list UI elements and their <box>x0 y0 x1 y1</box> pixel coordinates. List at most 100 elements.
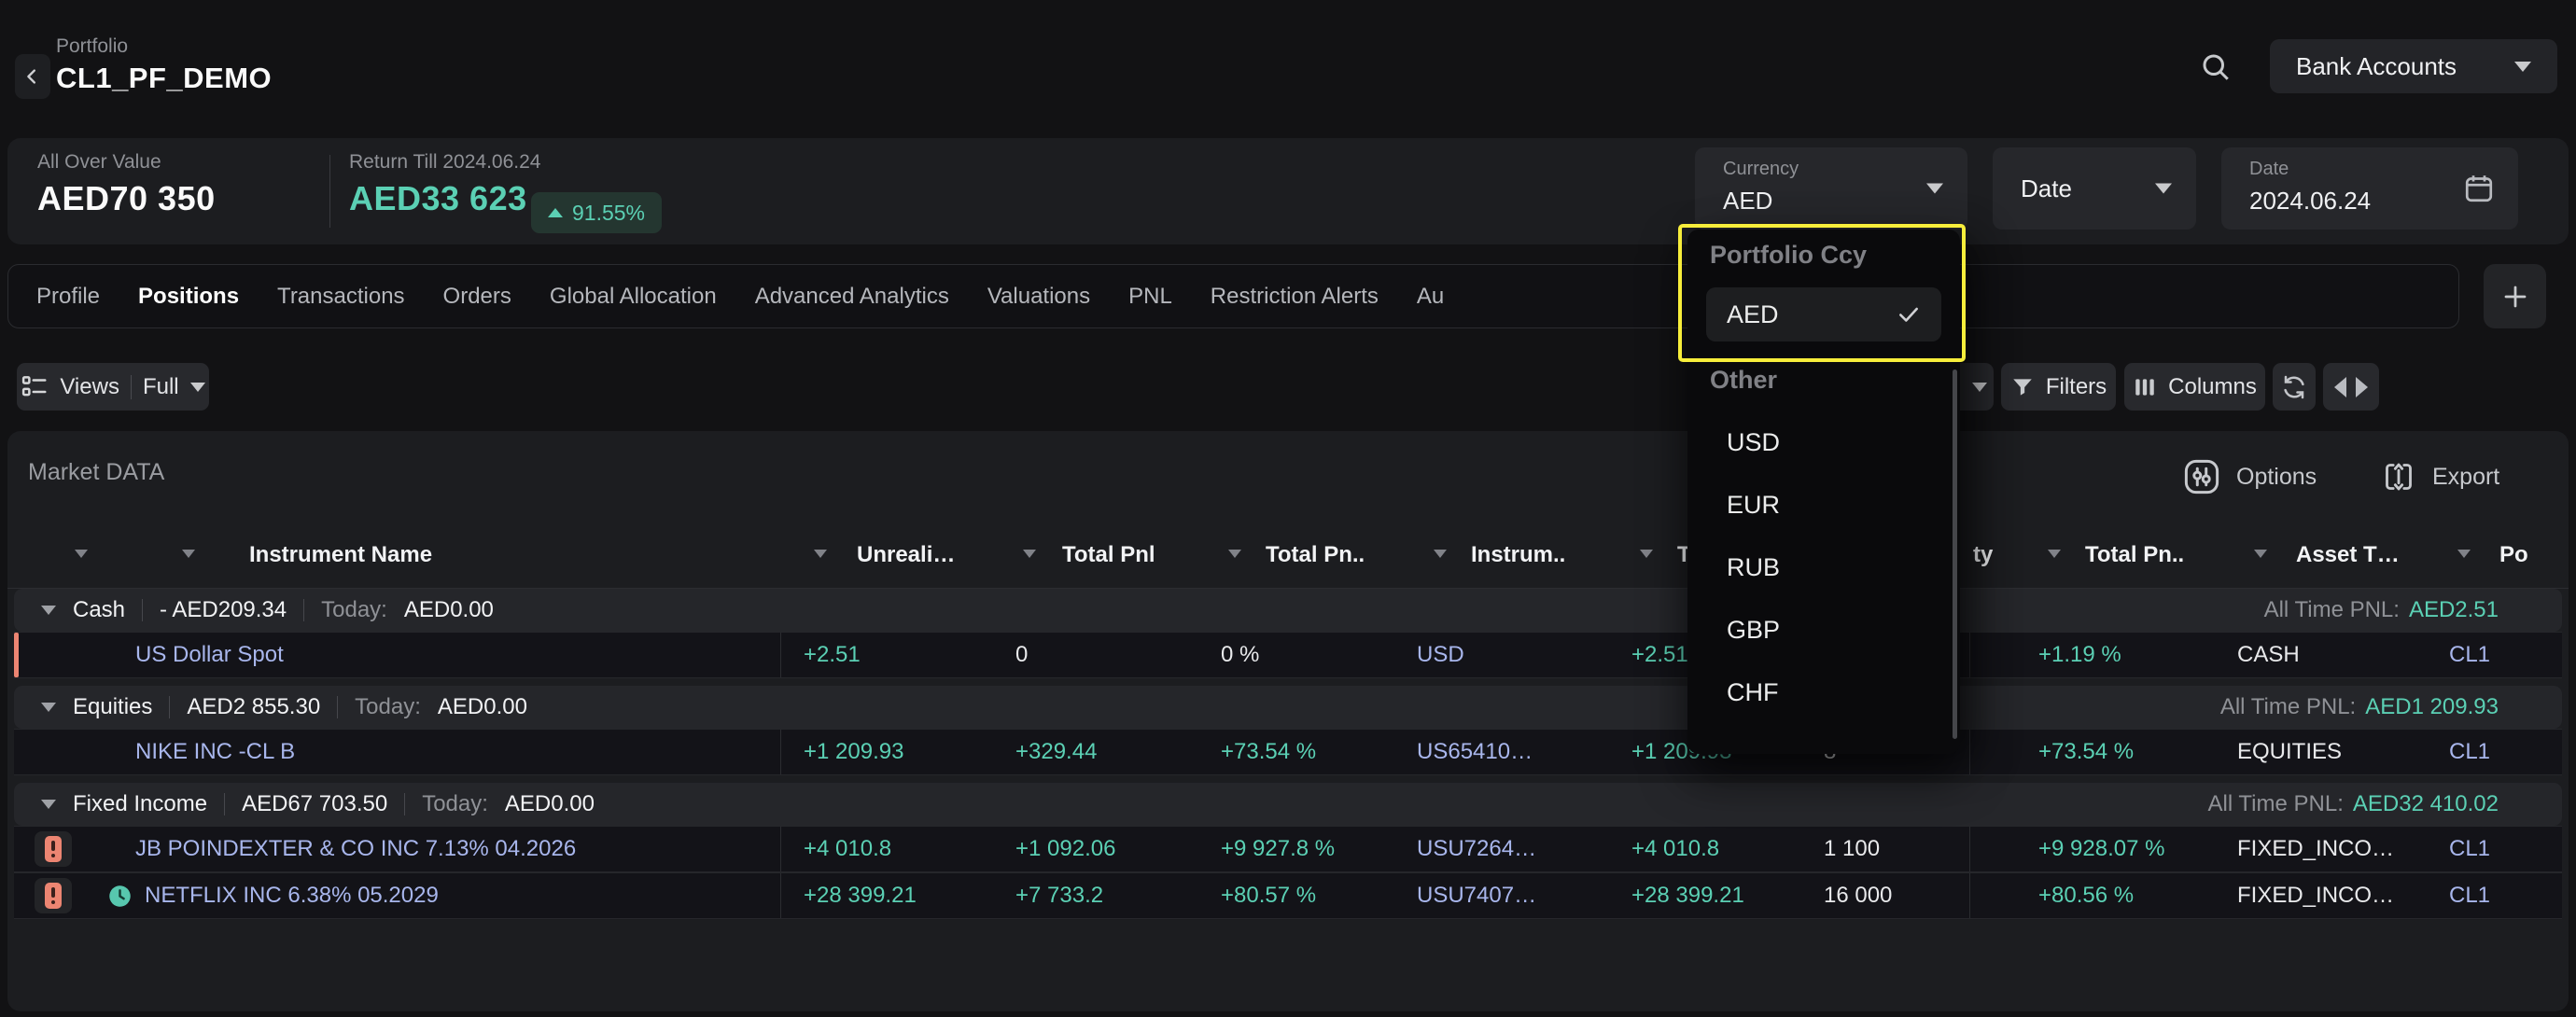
dropdown-option-aed[interactable]: AED <box>1706 287 1941 341</box>
chevron-down-icon[interactable] <box>2254 550 2267 558</box>
chevron-down-icon[interactable] <box>814 550 827 558</box>
chevron-down-icon[interactable] <box>1023 550 1036 558</box>
instrument-name[interactable]: NIKE INC -CL B <box>135 730 295 774</box>
filter-icon <box>2010 375 2035 399</box>
chevron-down-icon[interactable] <box>75 550 88 558</box>
chevron-down-icon[interactable] <box>1434 550 1447 558</box>
table-row[interactable]: JB POINDEXTER & CO INC 7.13% 04.2026 +4 … <box>14 826 2562 872</box>
date-mode-select[interactable]: Date <box>1993 147 2196 230</box>
filters-button[interactable]: Filters <box>2001 363 2116 411</box>
market-data-card: Market DATA Options Export Instrument Na… <box>7 431 2569 1011</box>
divider <box>1969 827 1970 871</box>
warning-icon[interactable] <box>35 878 72 913</box>
total-pnl-value: 0 <box>1015 633 1028 677</box>
dropdown-option-rub[interactable]: RUB <box>1706 541 1941 593</box>
alltime-pnl-label: All Time PNL: <box>2264 597 2400 623</box>
portfolio-ccy-group-label: Portfolio Ccy <box>1710 241 1867 270</box>
list-icon <box>21 373 49 401</box>
dropdown-option-gbp[interactable]: GBP <box>1706 604 1941 656</box>
group-value: AED67 703.50 <box>242 791 387 817</box>
total-pnl-pct-2-value: +9 928.07 % <box>2038 827 2164 871</box>
group-name: Equities <box>73 694 152 720</box>
table-row[interactable]: US Dollar Spot +2.51 0 0 % USD +2.51 +1.… <box>14 632 2562 678</box>
portfolio-code: CL1 <box>2449 633 2490 677</box>
chevron-down-icon[interactable] <box>2048 550 2061 558</box>
col-total-pnl-pct[interactable]: Total Pn.. <box>1266 522 1365 588</box>
unrealized-value: +2.51 <box>804 633 861 677</box>
dropdown-option-chf[interactable]: CHF <box>1706 666 1941 718</box>
total-pnl-2-value: +4 010.8 <box>1631 827 1719 871</box>
options-button[interactable]: Options <box>2182 431 2317 522</box>
pager-buttons[interactable] <box>2323 363 2379 411</box>
tab-audit[interactable]: Au <box>1417 284 1444 310</box>
col-instrument[interactable]: Instrum.. <box>1471 522 1565 588</box>
collapse-icon[interactable] <box>41 703 56 712</box>
instrument-code[interactable]: USU7264… <box>1417 827 1536 871</box>
instrument-code[interactable]: USU7407… <box>1417 873 1536 918</box>
portfolio-app: Portfolio CL1_PF_DEMO Bank Accounts All … <box>0 0 2576 1017</box>
table-row[interactable]: NETFLIX INC 6.38% 05.2029 +28 399.21 +7 … <box>14 872 2562 919</box>
views-button[interactable]: Views Full <box>17 363 209 411</box>
tab-transactions[interactable]: Transactions <box>277 284 405 310</box>
options-label: Options <box>2236 464 2317 491</box>
chevron-down-icon[interactable] <box>182 550 195 558</box>
tab-positions[interactable]: Positions <box>138 284 239 310</box>
tab-orders[interactable]: Orders <box>443 284 511 310</box>
currency-select[interactable]: Currency AED <box>1695 147 1967 230</box>
collapse-icon[interactable] <box>41 800 56 809</box>
dropdown-option-eur[interactable]: EUR <box>1706 479 1941 531</box>
chevron-down-icon <box>1972 383 1987 392</box>
tab-profile[interactable]: Profile <box>36 284 100 310</box>
chevron-down-icon <box>2514 62 2531 72</box>
columns-button[interactable]: Columns <box>2124 363 2265 411</box>
tab-advanced-analytics[interactable]: Advanced Analytics <box>755 284 949 310</box>
col-quantity[interactable]: ty <box>1973 522 1993 588</box>
col-total-pnl[interactable]: Total Pnl <box>1062 522 1155 588</box>
group-value: - AED209.34 <box>160 597 287 623</box>
col-portfolio[interactable]: Po <box>2499 522 2528 588</box>
views-value: Full <box>143 374 179 400</box>
back-button[interactable] <box>15 54 50 99</box>
currency-value: AED <box>1723 187 1772 216</box>
group-row-equities[interactable]: Equities AED2 855.30 Today: AED0.00 All … <box>14 686 2562 729</box>
instrument-name[interactable]: JB POINDEXTER & CO INC 7.13% 04.2026 <box>135 827 576 871</box>
collapse-icon[interactable] <box>41 606 56 615</box>
currency-dropdown-menu: Portfolio Ccy AED Other USD EUR RUB GBP … <box>1687 230 1960 754</box>
calendar-icon <box>2462 172 2496 205</box>
table-row[interactable]: NIKE INC -CL B +1 209.93 +329.44 +73.54 … <box>14 729 2562 775</box>
col-instrument-name[interactable]: Instrument Name <box>249 522 432 588</box>
columns-icon <box>2133 375 2157 399</box>
divider <box>1969 730 1970 774</box>
chevron-down-icon[interactable] <box>1640 550 1653 558</box>
tab-restriction-alerts[interactable]: Restriction Alerts <box>1211 284 1379 310</box>
tab-global-allocation[interactable]: Global Allocation <box>550 284 717 310</box>
search-button[interactable] <box>2195 47 2236 88</box>
export-button[interactable]: Export <box>2380 431 2499 522</box>
all-over-value: AED70 350 <box>37 179 216 218</box>
instrument-code[interactable]: US65410… <box>1417 730 1533 774</box>
dropdown-option-usd[interactable]: USD <box>1706 416 1941 468</box>
scrollbar[interactable] <box>1953 369 1957 739</box>
group-row-cash[interactable]: Cash - AED209.34 Today: AED0.00 All Time… <box>14 589 2562 632</box>
instrument-name[interactable]: US Dollar Spot <box>135 633 284 677</box>
warning-icon[interactable] <box>35 831 72 867</box>
instrument-code[interactable]: USD <box>1417 633 1464 677</box>
unrealized-value: +4 010.8 <box>804 827 891 871</box>
group-row-fixed-income[interactable]: Fixed Income AED67 703.50 Today: AED0.00… <box>14 783 2562 826</box>
refresh-button[interactable] <box>2273 363 2316 411</box>
col-asset-type[interactable]: Asset T… <box>2296 522 2400 588</box>
add-tab-button[interactable] <box>2484 264 2546 328</box>
breadcrumb: Portfolio <box>56 35 128 58</box>
section-title: Market DATA <box>28 459 164 486</box>
col-unrealized[interactable]: Unreali… <box>857 522 955 588</box>
tab-valuations[interactable]: Valuations <box>987 284 1090 310</box>
tab-pnl[interactable]: PNL <box>1128 284 1172 310</box>
chevron-down-icon[interactable] <box>2457 550 2471 558</box>
divider <box>337 696 338 718</box>
col-total-pnl-pct-2[interactable]: Total Pn.. <box>2085 522 2184 588</box>
chevron-down-icon[interactable] <box>1228 550 1241 558</box>
alltime-pnl-label: All Time PNL: <box>2208 791 2344 817</box>
bank-accounts-select[interactable]: Bank Accounts <box>2270 39 2557 93</box>
date-field[interactable]: Date 2024.06.24 <box>2221 147 2518 230</box>
instrument-name[interactable]: NETFLIX INC 6.38% 05.2029 <box>145 873 439 918</box>
